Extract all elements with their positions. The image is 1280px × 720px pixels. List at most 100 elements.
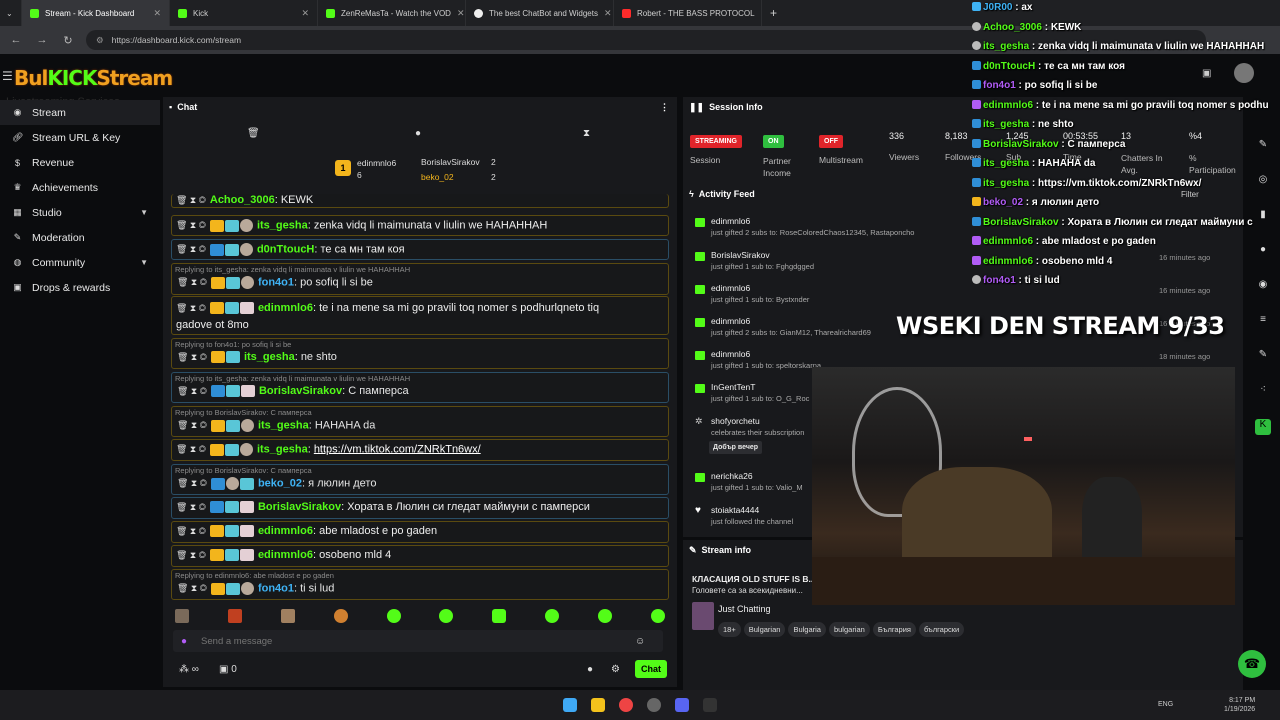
mod-actions[interactable]: 🗑︎ ⧗ ◎ (177, 277, 207, 288)
folder-icon[interactable] (591, 698, 605, 712)
browser-tab-3[interactable]: ZenReMasTa - Watch the VOD ✕ (318, 0, 466, 26)
emote-icon[interactable] (545, 609, 560, 623)
chat-message[interactable]: 🗑︎ ⧗ ◎ BorislavSirakov: Хората в Люлин с… (171, 497, 669, 519)
category-thumbnail[interactable] (692, 602, 714, 630)
chat-username[interactable]: its_gesha (258, 419, 309, 431)
edit-icon[interactable]: ✎ (1255, 139, 1271, 155)
chat-username[interactable]: d0nTtoucH (257, 243, 314, 255)
mod-actions[interactable]: 🗑︎ ⧗ ◎ (177, 478, 207, 489)
emote-icon[interactable] (492, 609, 507, 623)
browser-tab-4[interactable]: The best ChatBot and Widgets ✕ (466, 0, 614, 26)
back-icon[interactable]: ← (8, 34, 24, 46)
activity-item[interactable]: BorislavSirakov just gifted 1 sub to: Fgh… (695, 250, 814, 271)
sidebar-item-studio[interactable]: ▦ Studio ▼ (0, 200, 160, 225)
tag-chip[interactable]: Bulgarian (743, 622, 786, 637)
close-tab-icon[interactable]: ✕ (153, 8, 161, 19)
tag-chip[interactable]: България (872, 622, 916, 637)
chat-username[interactable]: edinmnlo6 (258, 525, 313, 537)
activity-item[interactable]: edinmnlo6 just gifted 1 sub to: Bystxnder (695, 283, 809, 304)
sidebar-item-revenue[interactable]: $ Revenue (0, 150, 160, 175)
mod-actions[interactable]: 🗑︎ ⧗ ◎ (176, 244, 206, 255)
target-icon[interactable]: ◎ (1255, 174, 1271, 190)
close-tab-icon[interactable]: ✕ (604, 8, 612, 19)
list-icon[interactable]: ≡ (1255, 314, 1271, 330)
chat-username[interactable]: beko_02 (258, 477, 302, 489)
settings-gear-icon[interactable]: ⚙ (611, 664, 620, 675)
activity-item[interactable]: ♥ stoiakta4444 just followed the channel (695, 505, 793, 526)
nodes-icon[interactable]: ⁖ (1255, 384, 1271, 400)
chrome-icon[interactable] (619, 698, 633, 712)
hourglass-icon[interactable]: ⧗ (583, 128, 590, 139)
sidebar-item-stream[interactable]: ◉ Stream (0, 100, 160, 125)
browser-tab-1[interactable]: Stream - Kick Dashboard ✕ (22, 0, 170, 26)
mod-actions[interactable]: 🗑︎ ⧗ ◎ (176, 550, 206, 561)
chat-message[interactable]: 🗑︎ ⧗ ◎ its_gesha: https://vm.tiktok.com/… (171, 439, 669, 461)
chat-username[interactable]: fon4o1 (258, 276, 294, 288)
emote-icon[interactable] (175, 609, 189, 623)
forward-icon[interactable]: → (34, 34, 50, 46)
emote-icon[interactable] (650, 609, 665, 623)
chat-username[interactable]: fon4o1 (258, 582, 294, 594)
chat-link[interactable]: https://vm.tiktok.com/ZNRkTn6wx/ (314, 443, 481, 455)
sidebar-item-stream-url[interactable]: 🔗︎ Stream URL & Key (0, 125, 160, 150)
chat-message[interactable]: 🗑︎ ⧗ ◎ edinmnlo6: osobeno mld 4 (171, 545, 669, 567)
emote-icon[interactable] (439, 609, 454, 623)
broadcast-icon[interactable]: ◉ (1255, 279, 1271, 295)
language-indicator[interactable]: ENG (1158, 701, 1173, 708)
close-tab-icon[interactable]: ✕ (301, 8, 309, 19)
chat-bubble-icon[interactable]: ● (587, 664, 593, 675)
chat-username[interactable]: BorislavSirakov (258, 501, 341, 513)
mod-actions[interactable]: 🗑︎ ⧗ ◎ (177, 386, 207, 397)
microphone-icon[interactable]: ● (181, 636, 187, 647)
wrench-icon[interactable]: ✎ (1255, 349, 1271, 365)
category-name[interactable]: Just Chatting (718, 604, 771, 614)
tag-chip[interactable]: български (918, 622, 965, 637)
chat-icon[interactable]: ● (1255, 244, 1271, 260)
terminal-icon[interactable] (703, 698, 717, 712)
clock[interactable]: 8:17 PM 1/19/2026 (1224, 696, 1255, 714)
activity-item[interactable]: ✲ shofyorchetu celebrates their subscripti… (695, 416, 804, 454)
mod-actions[interactable]: 🗑︎ ⧗ ◎ (176, 195, 206, 206)
emote-icon[interactable] (598, 609, 612, 623)
chat-username[interactable]: its_gesha (257, 443, 308, 455)
sidebar-item-moderation[interactable]: ✎ Moderation (0, 225, 160, 250)
chat-username[interactable]: its_gesha (257, 219, 308, 231)
chat-message[interactable]: 🗑︎ ⧗ ◎ its_gesha: zenka vidq li maimunat… (171, 215, 669, 236)
sidebar-item-community[interactable]: ◍ Community ▼ (0, 250, 160, 275)
chat-message[interactable]: 🗑︎ ⧗ ◎ Achoo_3006: KEWK (171, 194, 669, 208)
mod-actions[interactable]: 🗑︎ ⧗ ◎ (176, 444, 206, 455)
menu-icon[interactable]: ☰ (2, 69, 13, 83)
chat-username[interactable]: BorislavSirakov (259, 385, 342, 397)
mod-actions[interactable]: 🗑︎ ⧗ ◎ (176, 502, 206, 513)
sidebar-item-drops[interactable]: ▣ Drops & rewards (0, 275, 160, 300)
close-tab-icon[interactable]: ✕ (457, 8, 465, 19)
chat-username[interactable]: edinmnlo6 (258, 549, 313, 561)
chat-message[interactable]: 🗑︎ ⧗ ◎ d0nTtoucH: те са мн там коя (171, 239, 669, 260)
chat-send-button[interactable]: Chat (635, 660, 667, 678)
tab-list-button[interactable]: ⌄ (0, 0, 22, 26)
chat-message[interactable]: 🗑︎ ⧗ ◎ edinmnlo6: abe mladost e po gaden (171, 521, 669, 543)
emoji-icon[interactable]: ☺ (635, 636, 645, 647)
activity-item[interactable]: InGentTenT just gifted 1 sub to: O_G_Roc (695, 382, 809, 403)
trash-icon[interactable]: 🗑︎ (247, 128, 260, 139)
new-tab-button[interactable]: + (762, 0, 784, 26)
emote-icon[interactable] (333, 609, 348, 623)
chat-bubble-icon[interactable]: ● (415, 128, 421, 139)
emote-icon[interactable] (280, 609, 295, 623)
tag-chip[interactable]: 18+ (718, 622, 741, 637)
mod-actions[interactable]: 🗑︎ ⧗ ◎ (176, 220, 206, 231)
activity-item[interactable]: nerichka26 just gifted 1 sub to: Valio_M (695, 471, 803, 492)
mod-actions[interactable]: 🗑︎ ⧗ ◎ (177, 352, 207, 363)
viewers-infinity-icon[interactable]: ⁂ ∞ (179, 664, 199, 675)
activity-item[interactable]: edinmnlo6 just gifted 2 subs to: GianM12,… (695, 316, 871, 337)
mod-actions[interactable]: 🗑︎ ⧗ ◎ (176, 300, 206, 317)
mod-actions[interactable]: 🗑︎ ⧗ ◎ (177, 420, 207, 431)
chat-username[interactable]: Achoo_3006 (210, 194, 275, 206)
tag-chip[interactable]: Bulgaria (788, 622, 826, 637)
emote-icon[interactable] (227, 609, 242, 623)
chat-message[interactable]: 🗑︎ ⧗ ◎ edinmnlo6: te i na mene sa mi go … (171, 296, 669, 335)
sidebar-item-achievements[interactable]: ♛ Achievements (0, 175, 160, 200)
clipboard-icon[interactable]: ▮ (1255, 209, 1271, 225)
discord-icon[interactable] (675, 698, 689, 712)
mod-actions[interactable]: 🗑︎ ⧗ ◎ (177, 583, 207, 594)
